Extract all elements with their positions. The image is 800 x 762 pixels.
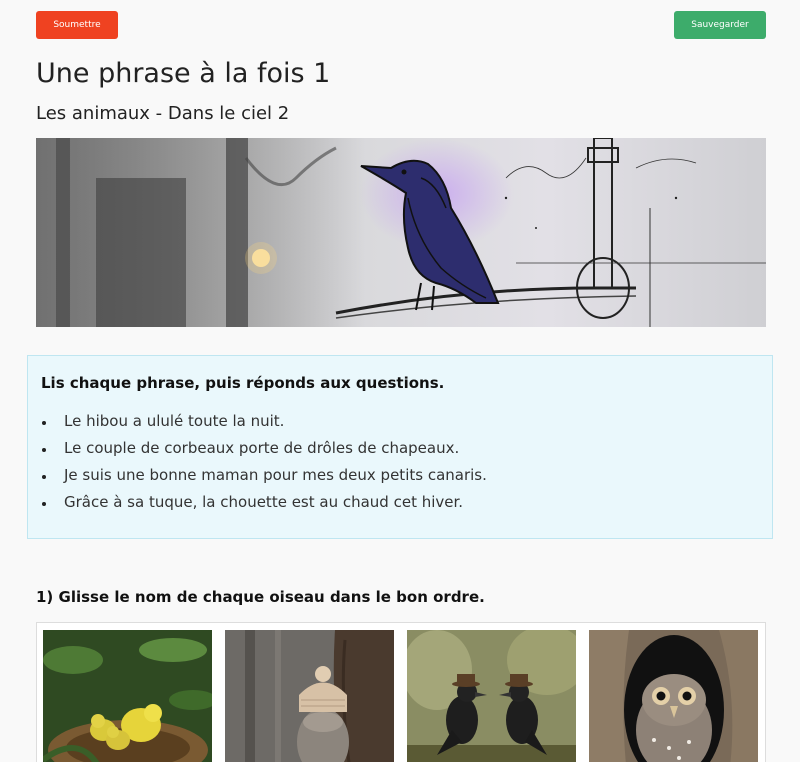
sentence-item: Le hibou a ululé toute la nuit. (41, 413, 487, 440)
sentence-list: Le hibou a ululé toute la nuit. Le coupl… (41, 413, 487, 521)
save-button[interactable]: Sauvegarder (674, 11, 766, 39)
page-subtitle: Les animaux - Dans le ciel 2 (36, 103, 290, 124)
sentence-item: Grâce à sa tuque, la chouette est au cha… (41, 494, 487, 521)
page: Soumettre Sauvegarder Une phrase à la fo… (0, 0, 800, 762)
owl-in-tree-image[interactable] (589, 630, 758, 762)
crows-with-hats-image[interactable] (407, 630, 576, 762)
submit-button[interactable]: Soumettre (36, 11, 118, 39)
sentence-item: Je suis une bonne maman pour mes deux pe… (41, 467, 487, 494)
image-gallery (36, 622, 766, 762)
instructions-box: Lis chaque phrase, puis réponds aux ques… (27, 355, 773, 539)
page-title: Une phrase à la fois 1 (36, 58, 331, 89)
banner-image (36, 138, 766, 327)
owl-with-tuque-image[interactable] (225, 630, 394, 762)
instructions-heading: Lis chaque phrase, puis réponds aux ques… (41, 374, 445, 392)
canaries-nest-image[interactable] (43, 630, 212, 762)
question-1-label: 1) Glisse le nom de chaque oiseau dans l… (36, 588, 485, 606)
sentence-item: Le couple de corbeaux porte de drôles de… (41, 440, 487, 467)
crow-sketch-illustration (36, 138, 766, 327)
